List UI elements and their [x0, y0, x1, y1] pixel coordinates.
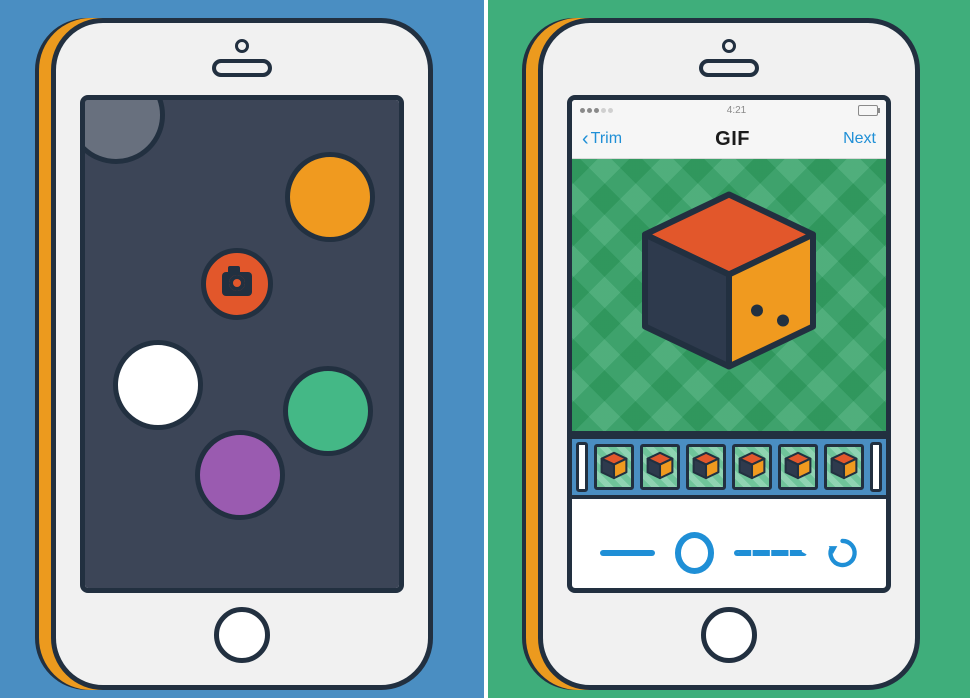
phone-screen-right: 4:21 ‹ Trim GIF Next — [567, 95, 891, 593]
next-button[interactable]: Next — [843, 130, 876, 148]
playback-controls — [572, 499, 886, 588]
status-bar: 4:21 — [572, 100, 886, 120]
home-button[interactable] — [214, 607, 270, 663]
dot-purple[interactable] — [195, 430, 285, 520]
dot-white[interactable] — [113, 340, 203, 430]
nav-title: GIF — [715, 128, 750, 151]
sensor-dot — [235, 39, 249, 53]
frame-thumb[interactable] — [686, 444, 726, 490]
camera-button[interactable] — [201, 248, 273, 320]
speed-track-remaining[interactable] — [734, 550, 807, 556]
status-time: 4:21 — [727, 105, 746, 116]
cube-illustration — [629, 187, 829, 382]
trim-handle-right[interactable] — [870, 442, 882, 492]
back-label: Trim — [591, 130, 622, 148]
home-button[interactable] — [701, 607, 757, 663]
dot-orange[interactable] — [285, 152, 375, 242]
phone-device-right: 4:21 ‹ Trim GIF Next — [538, 18, 920, 690]
camera-icon — [222, 272, 252, 296]
phone-speaker — [699, 59, 759, 77]
gif-preview — [572, 159, 886, 435]
dot-green[interactable] — [283, 366, 373, 456]
chevron-left-icon: ‹ — [582, 129, 589, 149]
frame-thumb[interactable] — [824, 444, 864, 490]
frame-thumb[interactable] — [594, 444, 634, 490]
frame-thumb[interactable] — [778, 444, 818, 490]
panel-right: 4:21 ‹ Trim GIF Next — [488, 0, 970, 698]
capture-screen-bg — [85, 100, 399, 588]
speed-track-filled[interactable] — [600, 550, 655, 556]
phone-speaker — [212, 59, 272, 77]
trim-filmstrip[interactable] — [572, 435, 886, 499]
signal-dots-icon — [580, 105, 615, 116]
frame-thumb[interactable] — [732, 444, 772, 490]
trim-handle-left[interactable] — [576, 442, 588, 492]
panel-left — [0, 0, 484, 698]
loop-icon[interactable] — [827, 536, 858, 570]
battery-icon — [858, 105, 878, 116]
phone-device-left — [51, 18, 433, 690]
frame-thumb[interactable] — [640, 444, 680, 490]
back-button[interactable]: ‹ Trim — [582, 129, 622, 149]
dot-grey[interactable] — [80, 95, 165, 164]
speed-knob[interactable] — [675, 532, 714, 574]
sensor-dot — [722, 39, 736, 53]
phone-screen-left — [80, 95, 404, 593]
nav-bar: ‹ Trim GIF Next — [572, 120, 886, 159]
